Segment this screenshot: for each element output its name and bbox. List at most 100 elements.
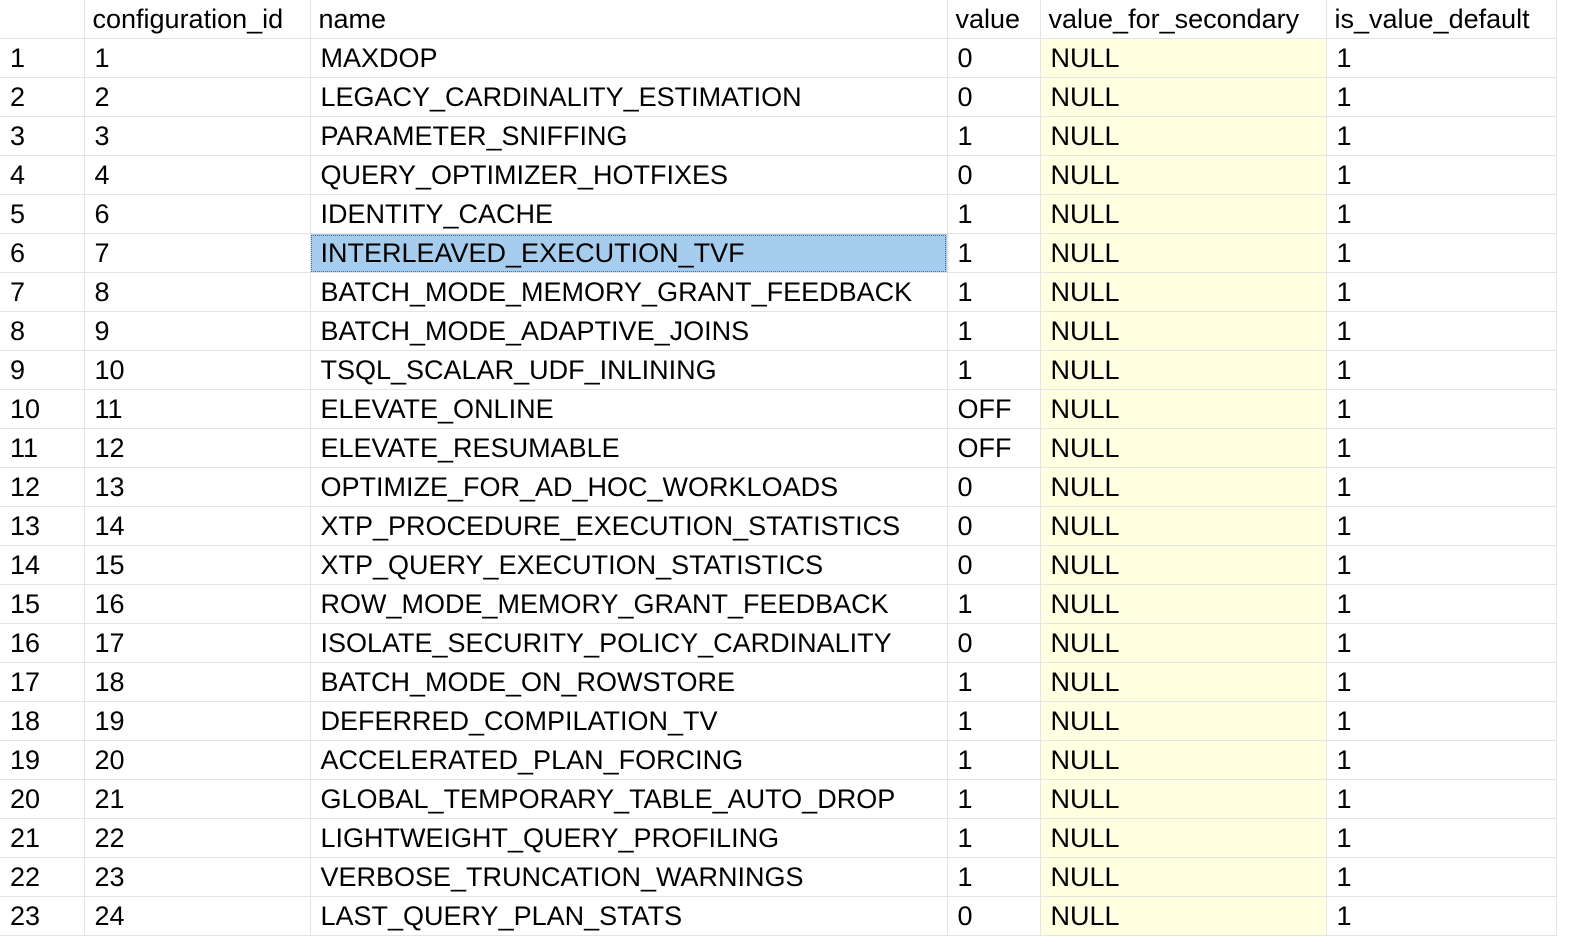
row-number-cell[interactable]: 18 (0, 701, 85, 741)
row-number-cell[interactable]: 22 (0, 857, 85, 897)
value-cell[interactable]: 0 (947, 38, 1041, 78)
name-cell[interactable]: INTERLEAVED_EXECUTION_TVF (310, 233, 948, 273)
name-cell[interactable]: MAXDOP (310, 38, 948, 78)
value-for-secondary-cell[interactable]: NULL (1040, 389, 1327, 429)
value-cell[interactable]: OFF (947, 428, 1041, 468)
row-number-cell[interactable]: 3 (0, 116, 85, 156)
name-cell[interactable]: ELEVATE_ONLINE (310, 389, 948, 429)
configuration-id-cell[interactable]: 18 (84, 662, 311, 702)
configuration-id-cell[interactable]: 24 (84, 896, 311, 936)
value-cell[interactable]: 1 (947, 740, 1041, 780)
name-cell[interactable]: QUERY_OPTIMIZER_HOTFIXES (310, 155, 948, 195)
row-number-cell[interactable]: 15 (0, 584, 85, 624)
configuration-id-cell[interactable]: 9 (84, 311, 311, 351)
value-cell[interactable]: 1 (947, 857, 1041, 897)
value-for-secondary-cell[interactable]: NULL (1040, 38, 1327, 78)
is-value-default-cell[interactable]: 1 (1326, 116, 1557, 156)
name-cell[interactable]: OPTIMIZE_FOR_AD_HOC_WORKLOADS (310, 467, 948, 507)
value-for-secondary-cell[interactable]: NULL (1040, 77, 1327, 117)
value-for-secondary-cell[interactable]: NULL (1040, 584, 1327, 624)
value-for-secondary-cell[interactable]: NULL (1040, 896, 1327, 936)
is-value-default-cell[interactable]: 1 (1326, 38, 1557, 78)
value-for-secondary-cell[interactable]: NULL (1040, 818, 1327, 858)
table-row[interactable]: 10 11 ELEVATE_ONLINE OFF NULL 1 (0, 389, 1557, 429)
is-value-default-cell[interactable]: 1 (1326, 545, 1557, 585)
name-cell[interactable]: BATCH_MODE_MEMORY_GRANT_FEEDBACK (310, 272, 948, 312)
table-row[interactable]: 3 3 PARAMETER_SNIFFING 1 NULL 1 (0, 116, 1557, 156)
value-cell[interactable]: 0 (947, 77, 1041, 117)
is-value-default-cell[interactable]: 1 (1326, 857, 1557, 897)
value-cell[interactable]: OFF (947, 389, 1041, 429)
name-cell[interactable]: ACCELERATED_PLAN_FORCING (310, 740, 948, 780)
configuration-id-cell[interactable]: 23 (84, 857, 311, 897)
value-cell[interactable]: 1 (947, 233, 1041, 273)
is-value-default-cell[interactable]: 1 (1326, 506, 1557, 546)
table-row[interactable]: 2 2 LEGACY_CARDINALITY_ESTIMATION 0 NULL 1 (0, 77, 1557, 117)
table-row[interactable]: 19 20 ACCELERATED_PLAN_FORCING 1 NULL 1 (0, 740, 1557, 780)
value-for-secondary-cell[interactable]: NULL (1040, 272, 1327, 312)
configuration-id-cell[interactable]: 3 (84, 116, 311, 156)
value-cell[interactable]: 0 (947, 545, 1041, 585)
value-cell[interactable]: 1 (947, 194, 1041, 234)
name-cell[interactable]: IDENTITY_CACHE (310, 194, 948, 234)
value-for-secondary-cell[interactable]: NULL (1040, 857, 1327, 897)
table-row[interactable]: 21 22 LIGHTWEIGHT_QUERY_PROFILING 1 NULL 1 (0, 818, 1557, 858)
is-value-default-cell[interactable]: 1 (1326, 467, 1557, 507)
name-cell[interactable]: LAST_QUERY_PLAN_STATS (310, 896, 948, 936)
name-cell[interactable]: VERBOSE_TRUNCATION_WARNINGS (310, 857, 948, 897)
configuration-id-cell[interactable]: 2 (84, 77, 311, 117)
is-value-default-cell[interactable]: 1 (1326, 194, 1557, 234)
name-cell[interactable]: LEGACY_CARDINALITY_ESTIMATION (310, 77, 948, 117)
configuration-id-cell[interactable]: 8 (84, 272, 311, 312)
row-number-cell[interactable]: 1 (0, 38, 85, 78)
value-for-secondary-cell[interactable]: NULL (1040, 428, 1327, 468)
is-value-default-cell[interactable]: 1 (1326, 662, 1557, 702)
table-row[interactable]: 17 18 BATCH_MODE_ON_ROWSTORE 1 NULL 1 (0, 662, 1557, 702)
is-value-default-cell[interactable]: 1 (1326, 389, 1557, 429)
row-number-cell[interactable]: 10 (0, 389, 85, 429)
row-number-cell[interactable]: 19 (0, 740, 85, 780)
value-for-secondary-cell[interactable]: NULL (1040, 311, 1327, 351)
value-for-secondary-cell[interactable]: NULL (1040, 740, 1327, 780)
value-cell[interactable]: 1 (947, 311, 1041, 351)
is-value-default-cell[interactable]: 1 (1326, 311, 1557, 351)
value-for-secondary-cell[interactable]: NULL (1040, 155, 1327, 195)
configuration-id-cell[interactable]: 6 (84, 194, 311, 234)
configuration-id-cell[interactable]: 22 (84, 818, 311, 858)
value-for-secondary-cell[interactable]: NULL (1040, 506, 1327, 546)
value-cell[interactable]: 0 (947, 623, 1041, 663)
is-value-default-cell[interactable]: 1 (1326, 428, 1557, 468)
value-cell[interactable]: 0 (947, 506, 1041, 546)
row-number-cell[interactable]: 2 (0, 77, 85, 117)
is-value-default-cell[interactable]: 1 (1326, 896, 1557, 936)
row-number-cell[interactable]: 4 (0, 155, 85, 195)
configuration-id-cell[interactable]: 10 (84, 350, 311, 390)
table-row[interactable]: 22 23 VERBOSE_TRUNCATION_WARNINGS 1 NULL 1 (0, 857, 1557, 897)
row-number-cell[interactable]: 23 (0, 896, 85, 936)
table-row[interactable]: 11 12 ELEVATE_RESUMABLE OFF NULL 1 (0, 428, 1557, 468)
name-cell[interactable]: XTP_QUERY_EXECUTION_STATISTICS (310, 545, 948, 585)
is-value-default-cell[interactable]: 1 (1326, 233, 1557, 273)
table-row[interactable]: 7 8 BATCH_MODE_MEMORY_GRANT_FEEDBACK 1 NULL 1 (0, 272, 1557, 312)
row-number-cell[interactable]: 14 (0, 545, 85, 585)
configuration-id-cell[interactable]: 12 (84, 428, 311, 468)
table-row[interactable]: 14 15 XTP_QUERY_EXECUTION_STATISTICS 0 NULL 1 (0, 545, 1557, 585)
configuration-id-cell[interactable]: 11 (84, 389, 311, 429)
name-cell[interactable]: LIGHTWEIGHT_QUERY_PROFILING (310, 818, 948, 858)
name-cell[interactable]: DEFERRED_COMPILATION_TV (310, 701, 948, 741)
table-row[interactable]: 18 19 DEFERRED_COMPILATION_TV 1 NULL 1 (0, 701, 1557, 741)
row-number-cell[interactable]: 20 (0, 779, 85, 819)
value-for-secondary-cell[interactable]: NULL (1040, 233, 1327, 273)
is-value-default-cell[interactable]: 1 (1326, 623, 1557, 663)
name-cell[interactable]: TSQL_SCALAR_UDF_INLINING (310, 350, 948, 390)
is-value-default-cell[interactable]: 1 (1326, 350, 1557, 390)
table-row[interactable]: 8 9 BATCH_MODE_ADAPTIVE_JOINS 1 NULL 1 (0, 311, 1557, 351)
value-cell[interactable]: 0 (947, 155, 1041, 195)
value-cell[interactable]: 1 (947, 350, 1041, 390)
configuration-id-cell[interactable]: 4 (84, 155, 311, 195)
configuration-id-cell[interactable]: 1 (84, 38, 311, 78)
table-row[interactable]: 1 1 MAXDOP 0 NULL 1 (0, 38, 1557, 78)
column-header-name[interactable]: name (310, 0, 948, 39)
name-cell[interactable]: ELEVATE_RESUMABLE (310, 428, 948, 468)
row-number-cell[interactable]: 12 (0, 467, 85, 507)
